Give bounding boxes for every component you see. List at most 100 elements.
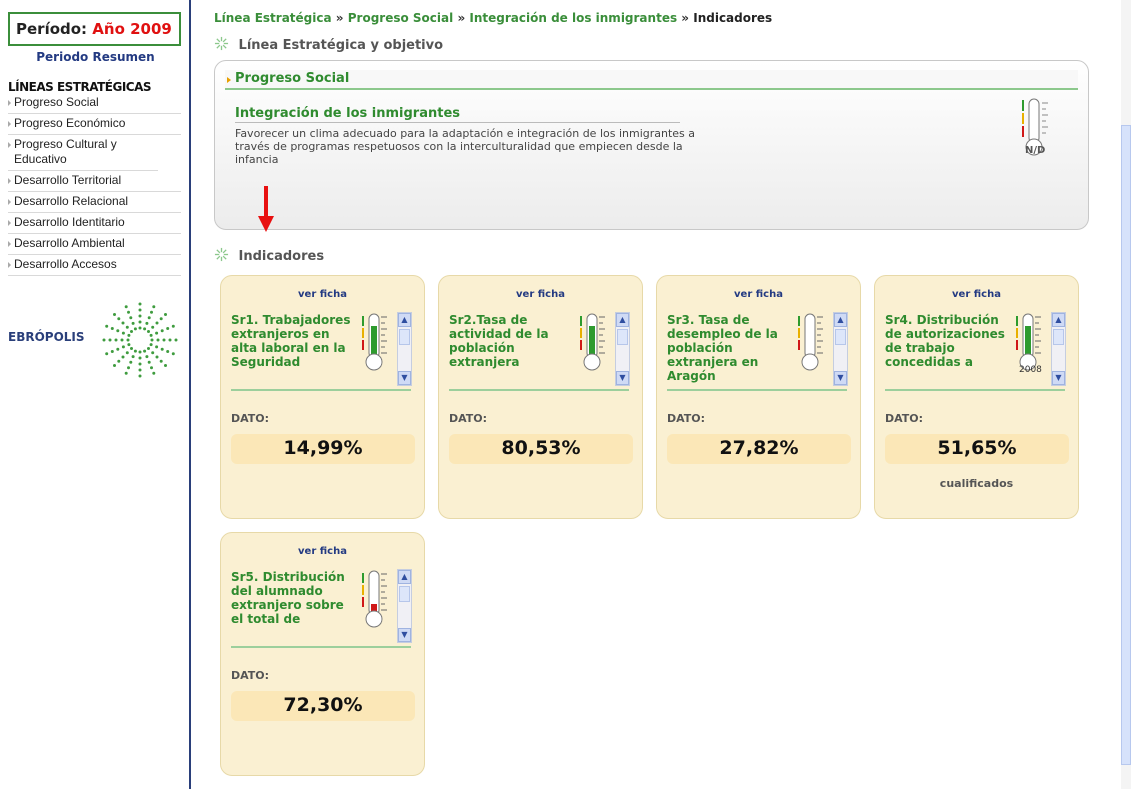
lineas-menu: Progreso Social Progreso Económico Progr… — [8, 93, 181, 276]
starburst-icon — [214, 36, 229, 51]
periodo-year[interactable]: Año 2009 — [92, 20, 172, 38]
dato-label: DATO: — [667, 412, 706, 425]
divider — [667, 389, 847, 391]
sidebar-item-desarrollo-ambiental[interactable]: Desarrollo Ambiental — [8, 234, 181, 255]
indicator-name-scrollbar[interactable]: ▲ ▼ — [833, 312, 848, 386]
dato-value: 80,53% — [449, 434, 633, 464]
divider — [885, 389, 1065, 391]
thermometer-fill — [371, 326, 377, 356]
breadcrumb-progreso-social[interactable]: Progreso Social — [348, 11, 454, 25]
indicator-name-scrollbar[interactable]: ▲ ▼ — [1051, 312, 1066, 386]
thermometer-icon: 2008 — [1016, 313, 1042, 375]
starburst-icon — [214, 247, 229, 262]
scroll-up-icon[interactable]: ▲ — [834, 313, 847, 327]
breadcrumb-integracion[interactable]: Integración de los inmigrantes — [469, 11, 677, 25]
divider — [231, 389, 411, 391]
dato-extra: cualificados — [939, 477, 1014, 490]
thermometer-fill — [589, 326, 595, 356]
page-scrollbar-thumb[interactable] — [1121, 125, 1131, 765]
dato-label: DATO: — [885, 412, 924, 425]
indicator-name: Sr1. Trabajadores extranjeros en alta la… — [231, 313, 351, 369]
section-title-linea: Línea Estratégica y objetivo — [214, 36, 443, 53]
dato-label: DATO: — [231, 412, 270, 425]
periodo-label: Período: — [16, 20, 88, 38]
scroll-down-icon[interactable]: ▼ — [398, 628, 411, 642]
linea-objetivo-panel: Progreso Social Integración de los inmig… — [214, 60, 1089, 230]
dato-value: 27,82% — [667, 434, 851, 464]
dato-label: DATO: — [231, 669, 270, 682]
indicator-card: ver ficha Sr5. Distribución del alumnado … — [220, 532, 425, 776]
scroll-up-icon[interactable]: ▲ — [398, 570, 411, 584]
scroll-thumb[interactable] — [617, 329, 628, 345]
scroll-down-icon[interactable]: ▼ — [398, 371, 411, 385]
sidebar-item-progreso-cultural[interactable]: Progreso Cultural y Educativo — [8, 135, 158, 171]
indicator-card: ver ficha Sr2.Tasa de actividad de la pob… — [438, 275, 643, 519]
section-title-indicadores: Indicadores — [214, 247, 324, 264]
objective-description: Favorecer un clima adecuado para la adap… — [235, 127, 696, 166]
scroll-down-icon[interactable]: ▼ — [834, 371, 847, 385]
dato-label: DATO: — [449, 412, 488, 425]
scroll-thumb[interactable] — [835, 329, 846, 345]
ver-ficha-link[interactable]: ver ficha — [439, 289, 642, 300]
scroll-up-icon[interactable]: ▲ — [616, 313, 629, 327]
thermometer-icon — [580, 313, 605, 371]
thermometer-icon — [362, 570, 387, 628]
scroll-thumb[interactable] — [1053, 329, 1064, 345]
scroll-down-icon[interactable]: ▼ — [616, 371, 629, 385]
thermometer-icon: N/D — [1022, 98, 1048, 156]
breadcrumb-separator: » — [457, 11, 466, 25]
breadcrumb-separator: » — [335, 11, 344, 25]
section-title-indicadores-text: Indicadores — [238, 249, 325, 264]
breadcrumb: Línea Estratégica » Progreso Social » In… — [214, 11, 772, 25]
breadcrumb-separator: » — [681, 11, 690, 25]
dato-value: 14,99% — [231, 434, 415, 464]
periodo-box: Período: Año 2009 — [8, 12, 181, 46]
objective-title: Integración de los inmigrantes — [235, 106, 680, 123]
indicator-card: ver ficha Sr3. Tasa de desempleo de la po… — [656, 275, 861, 519]
dato-value: 51,65% — [885, 434, 1069, 464]
ver-ficha-link[interactable]: ver ficha — [657, 289, 860, 300]
scroll-thumb[interactable] — [399, 329, 410, 345]
thermometer-year-label: 2008 — [1019, 365, 1042, 375]
thermometer-nd-label: N/D — [1025, 145, 1045, 156]
indicator-card: ver ficha Sr1. Trabajadores extranjeros e… — [220, 275, 425, 519]
scroll-up-icon[interactable]: ▲ — [1052, 313, 1065, 327]
divider — [449, 389, 629, 391]
logo-text: EBRÓPOLIS — [8, 330, 85, 344]
indicator-card: ver ficha Sr4. Distribución de autorizaci… — [874, 275, 1079, 519]
indicator-name: Sr4. Distribución de autorizaciones de t… — [885, 313, 1005, 369]
scroll-thumb[interactable] — [399, 586, 410, 602]
main-content: Línea Estratégica » Progreso Social » In… — [212, 0, 1102, 789]
logo-starburst-icon — [102, 302, 178, 378]
thermometer-icon — [362, 313, 387, 371]
divider — [231, 646, 411, 648]
indicator-name: Sr2.Tasa de actividad de la población ex… — [449, 313, 549, 369]
sidebar-item-progreso-economico[interactable]: Progreso Económico — [8, 114, 181, 135]
sidebar-item-desarrollo-territorial[interactable]: Desarrollo Territorial — [8, 171, 181, 192]
thermometer-icon — [798, 313, 823, 371]
ver-ficha-link[interactable]: ver ficha — [875, 289, 1078, 300]
sidebar-item-desarrollo-relacional[interactable]: Desarrollo Relacional — [8, 192, 181, 213]
red-arrow-icon — [258, 186, 274, 232]
breadcrumb-current: Indicadores — [693, 11, 773, 25]
indicator-name-scrollbar[interactable]: ▲ ▼ — [397, 569, 412, 643]
section-title-linea-text: Línea Estratégica y objetivo — [238, 38, 444, 53]
ebropolis-logo[interactable]: EBRÓPOLIS — [8, 300, 183, 380]
sidebar-item-desarrollo-accesos[interactable]: Desarrollo Accesos — [8, 255, 181, 276]
sidebar-item-progreso-social[interactable]: Progreso Social — [8, 93, 181, 114]
lineas-estrategicas-title: LÍNEAS ESTRATÉGICAS — [8, 80, 152, 94]
ver-ficha-link[interactable]: ver ficha — [221, 289, 424, 300]
scroll-down-icon[interactable]: ▼ — [1052, 371, 1065, 385]
dato-value: 72,30% — [231, 691, 415, 721]
breadcrumb-linea[interactable]: Línea Estratégica — [214, 11, 332, 25]
page-scrollbar[interactable] — [1121, 0, 1131, 789]
periodo-resumen-link[interactable]: Periodo Resumen — [0, 50, 191, 64]
thermometer-fill — [1025, 326, 1031, 356]
ver-ficha-link[interactable]: ver ficha — [221, 546, 424, 557]
sidebar: Período: Año 2009 Periodo Resumen LÍNEAS… — [0, 0, 191, 789]
sidebar-item-desarrollo-identitario[interactable]: Desarrollo Identitario — [8, 213, 181, 234]
indicator-name-scrollbar[interactable]: ▲ ▼ — [397, 312, 412, 386]
indicator-name-scrollbar[interactable]: ▲ ▼ — [615, 312, 630, 386]
panel-header-progreso-social[interactable]: Progreso Social — [225, 70, 1078, 90]
scroll-up-icon[interactable]: ▲ — [398, 313, 411, 327]
